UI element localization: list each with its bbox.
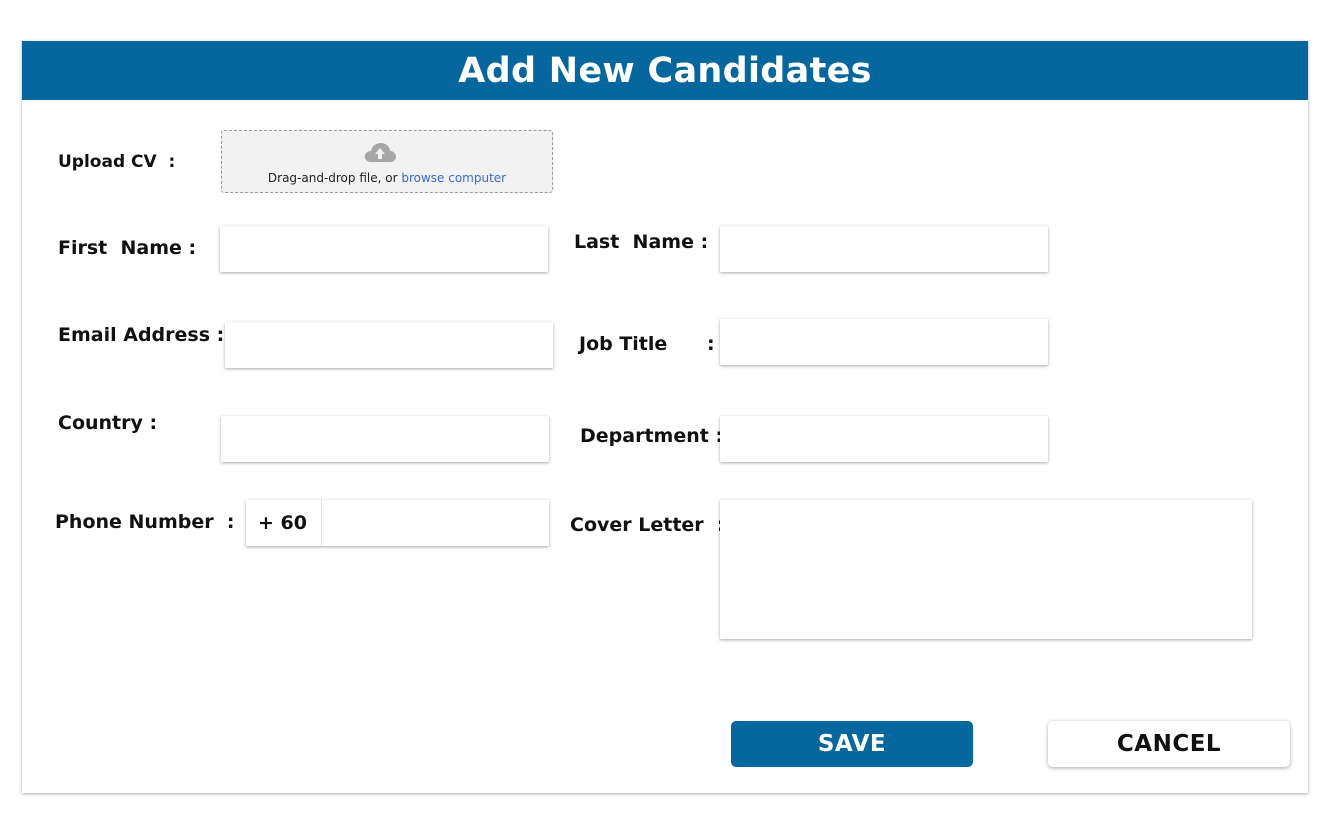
country-input[interactable] [221, 416, 549, 462]
phone-number-label: Phone Number : [55, 511, 235, 533]
dropzone-text: Drag-and-drop file, or browse computer [222, 171, 552, 185]
first-name-label: First Name : [58, 237, 197, 259]
email-label: Email Address : [58, 324, 225, 346]
upload-cv-label: Upload CV : [58, 152, 176, 172]
last-name-input[interactable] [720, 226, 1048, 272]
dropzone-instruction: Drag-and-drop file, or [267, 171, 402, 185]
add-candidate-form: Add New Candidates Upload CV : Drag-and-… [22, 41, 1308, 793]
cv-dropzone[interactable]: Drag-and-drop file, or browse computer [221, 130, 553, 193]
save-button[interactable]: SAVE [731, 721, 973, 767]
page-title: Add New Candidates [458, 50, 872, 91]
country-label: Country : [58, 412, 158, 434]
email-input[interactable] [225, 322, 553, 368]
job-title-input[interactable] [720, 319, 1048, 365]
first-name-input[interactable] [220, 226, 548, 272]
cover-letter-textarea[interactable] [720, 500, 1252, 639]
department-input[interactable] [720, 416, 1048, 462]
job-title-label: Job Title : [579, 333, 715, 355]
cancel-button[interactable]: CANCEL [1048, 721, 1290, 767]
department-label: Department : [580, 425, 724, 447]
browse-computer-link[interactable]: browse computer [401, 171, 506, 185]
cloud-upload-icon [364, 143, 396, 162]
last-name-label: Last Name : [574, 231, 709, 253]
country-code-prefix: + 60 [247, 500, 322, 546]
form-header: Add New Candidates [22, 41, 1308, 100]
cover-letter-label: Cover Letter : [570, 514, 725, 536]
